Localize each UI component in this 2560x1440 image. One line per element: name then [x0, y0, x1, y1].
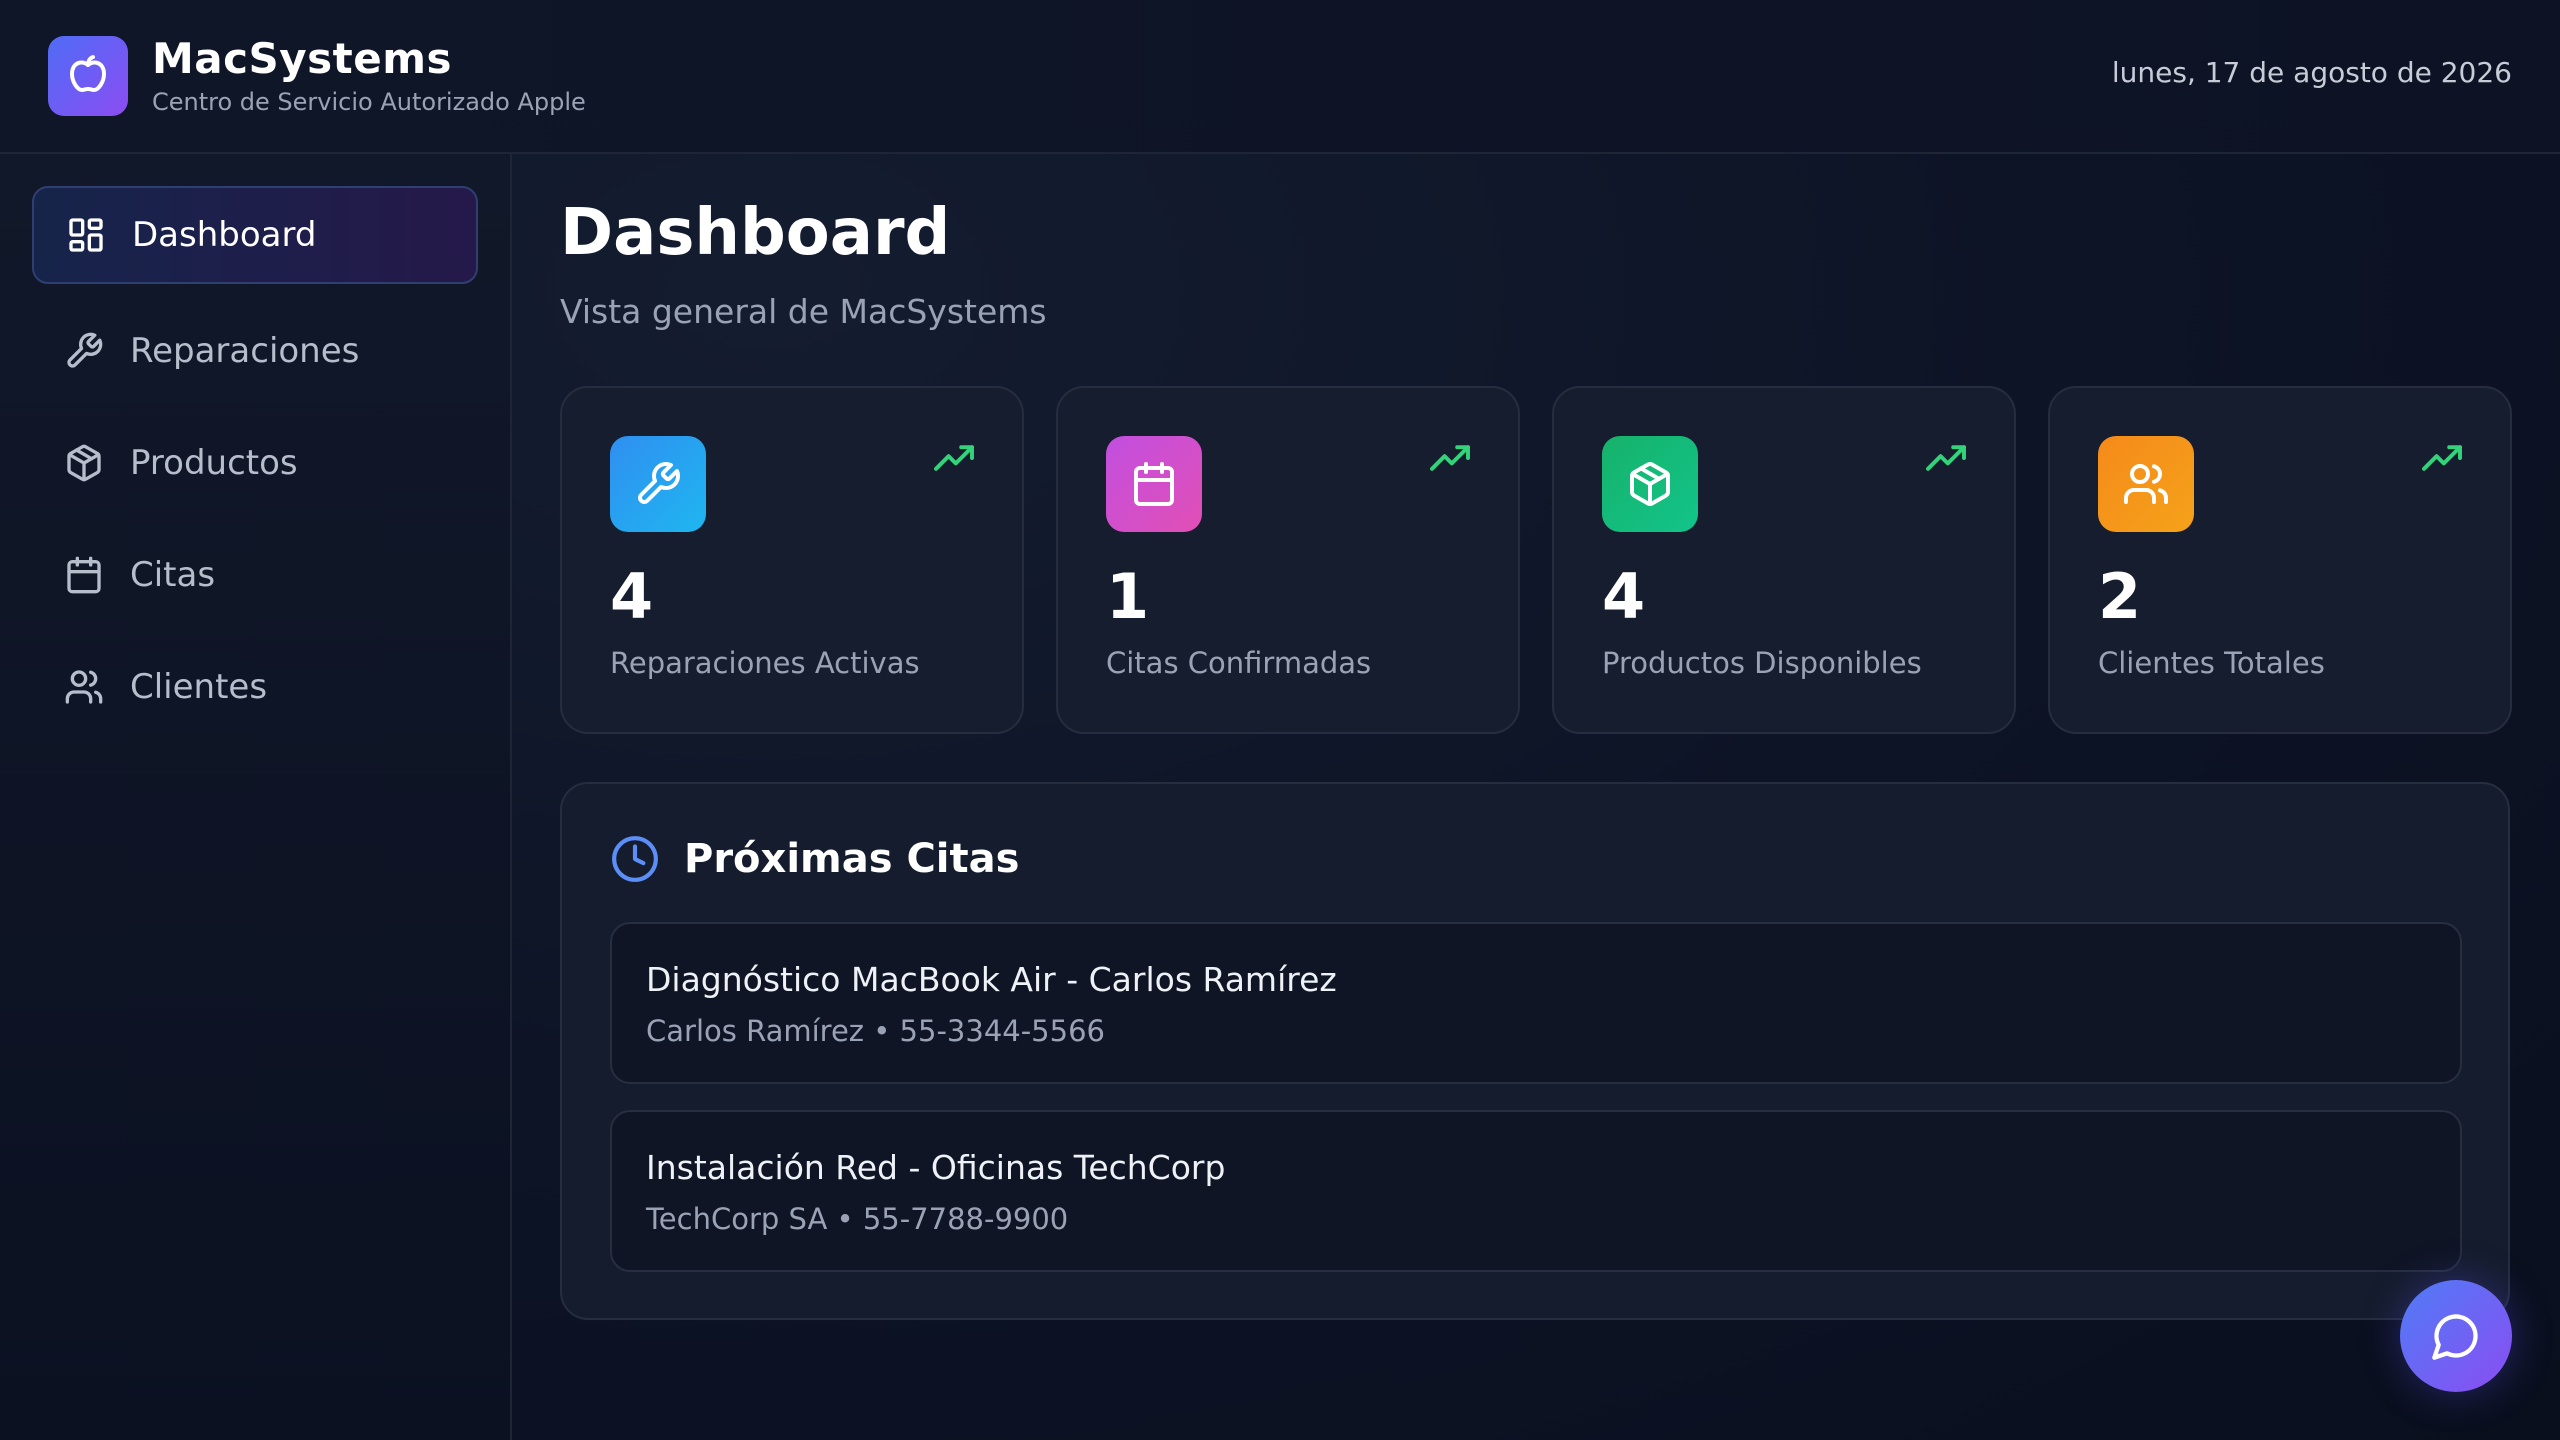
stat-label: Citas Confirmadas — [1106, 646, 1372, 680]
brand-subtitle: Centro de Servicio Autorizado Apple — [152, 88, 586, 116]
sidebar-item-label: Productos — [130, 443, 298, 483]
sidebar-item-reparaciones[interactable]: Reparaciones — [32, 302, 478, 400]
trending-up-icon — [1924, 440, 1968, 476]
sidebar: Dashboard Reparaciones Productos Citas C… — [0, 154, 512, 1440]
page-title: Dashboard — [560, 196, 951, 270]
appointment-title: Instalación Red - Oficinas TechCorp — [646, 1148, 1226, 1187]
stat-value: 4 — [1602, 560, 1646, 633]
stat-value: 1 — [1106, 560, 1150, 633]
stat-value: 2 — [2098, 560, 2142, 633]
sidebar-item-label: Clientes — [130, 667, 268, 707]
stat-card-citas[interactable]: 1 Citas Confirmadas — [1056, 386, 1520, 734]
calendar-icon — [1106, 436, 1202, 532]
chat-bubble-icon — [2430, 1310, 2482, 1362]
trending-up-icon — [932, 440, 976, 476]
apple-logo-icon[interactable] — [48, 36, 128, 116]
page-subtitle: Vista general de MacSystems — [560, 292, 1047, 331]
stat-card-reparaciones[interactable]: 4 Reparaciones Activas — [560, 386, 1024, 734]
stat-card-clientes[interactable]: 2 Clientes Totales — [2048, 386, 2512, 734]
appointment-meta: TechCorp SA • 55-7788-9900 — [646, 1202, 1069, 1236]
current-date: lunes, 17 de agosto de 2026 — [2111, 56, 2512, 89]
sidebar-item-label: Citas — [130, 555, 216, 595]
app-root: MacSystems Centro de Servicio Autorizado… — [0, 0, 2560, 1440]
wrench-icon — [64, 331, 104, 371]
trending-up-icon — [2420, 440, 2464, 476]
sidebar-item-clientes[interactable]: Clientes — [32, 638, 478, 736]
dashboard-grid-icon — [66, 215, 106, 255]
upcoming-appointments-panel: Próximas Citas Diagnóstico MacBook Air -… — [560, 782, 2510, 1320]
stat-card-productos[interactable]: 4 Productos Disponibles — [1552, 386, 2016, 734]
appointments-header: Próximas Citas — [610, 834, 1019, 884]
chat-button[interactable] — [2400, 1280, 2512, 1392]
users-icon — [2098, 436, 2194, 532]
sidebar-item-dashboard[interactable]: Dashboard — [32, 186, 478, 284]
appointment-item[interactable]: Instalación Red - Oficinas TechCorp Tech… — [610, 1110, 2462, 1272]
package-icon — [1602, 436, 1698, 532]
package-icon — [64, 443, 104, 483]
sidebar-item-citas[interactable]: Citas — [32, 526, 478, 624]
sidebar-item-label: Dashboard — [132, 215, 317, 255]
top-header: MacSystems Centro de Servicio Autorizado… — [0, 0, 2560, 154]
appointment-title: Diagnóstico MacBook Air - Carlos Ramírez — [646, 960, 1337, 999]
calendar-icon — [64, 555, 104, 595]
sidebar-item-label: Reparaciones — [130, 331, 360, 371]
users-icon — [64, 667, 104, 707]
appointment-item[interactable]: Diagnóstico MacBook Air - Carlos Ramírez… — [610, 922, 2462, 1084]
trending-up-icon — [1428, 440, 1472, 476]
sidebar-item-productos[interactable]: Productos — [32, 414, 478, 512]
stat-label: Reparaciones Activas — [610, 646, 920, 680]
brand-name: MacSystems — [152, 34, 452, 83]
stat-label: Clientes Totales — [2098, 646, 2325, 680]
stat-value: 4 — [610, 560, 654, 633]
appointment-meta: Carlos Ramírez • 55-3344-5566 — [646, 1014, 1105, 1048]
stat-label: Productos Disponibles — [1602, 646, 1922, 680]
wrench-icon — [610, 436, 706, 532]
clock-icon — [610, 834, 660, 884]
appointments-title: Próximas Citas — [684, 836, 1020, 882]
